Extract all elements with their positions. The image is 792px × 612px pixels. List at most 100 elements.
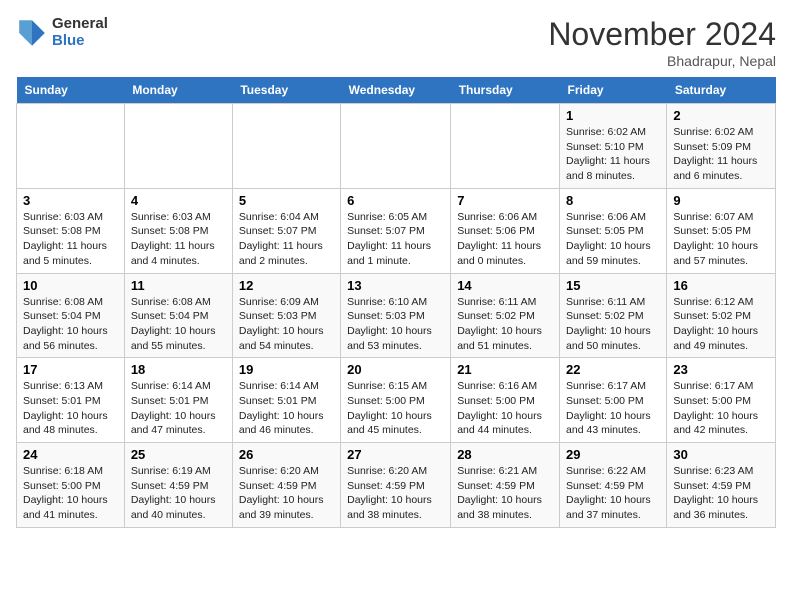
- day-number: 7: [457, 193, 553, 208]
- day-info: Sunrise: 6:08 AM Sunset: 5:04 PM Dayligh…: [131, 295, 226, 354]
- day-number: 29: [566, 447, 660, 462]
- day-number: 25: [131, 447, 226, 462]
- calendar-week-row: 10 Sunrise: 6:08 AM Sunset: 5:04 PM Dayli…: [17, 273, 776, 358]
- calendar-cell: 27 Sunrise: 6:20 AM Sunset: 4:59 PM Dayli…: [341, 443, 451, 528]
- calendar-cell: 24 Sunrise: 6:18 AM Sunset: 5:00 PM Dayli…: [17, 443, 125, 528]
- calendar-cell: 19 Sunrise: 6:14 AM Sunset: 5:01 PM Dayli…: [232, 358, 340, 443]
- calendar-cell: [17, 104, 125, 189]
- calendar-cell: 7 Sunrise: 6:06 AM Sunset: 5:06 PM Daylig…: [451, 188, 560, 273]
- day-number: 4: [131, 193, 226, 208]
- calendar-week-row: 1 Sunrise: 6:02 AM Sunset: 5:10 PM Daylig…: [17, 104, 776, 189]
- weekday-header-sunday: Sunday: [17, 77, 125, 104]
- day-info: Sunrise: 6:06 AM Sunset: 5:06 PM Dayligh…: [457, 210, 553, 269]
- day-info: Sunrise: 6:05 AM Sunset: 5:07 PM Dayligh…: [347, 210, 444, 269]
- day-number: 30: [673, 447, 769, 462]
- calendar-cell: 26 Sunrise: 6:20 AM Sunset: 4:59 PM Dayli…: [232, 443, 340, 528]
- weekday-header-thursday: Thursday: [451, 77, 560, 104]
- day-info: Sunrise: 6:17 AM Sunset: 5:00 PM Dayligh…: [566, 379, 660, 438]
- day-info: Sunrise: 6:10 AM Sunset: 5:03 PM Dayligh…: [347, 295, 444, 354]
- calendar-cell: 12 Sunrise: 6:09 AM Sunset: 5:03 PM Dayli…: [232, 273, 340, 358]
- month-title: November 2024: [548, 16, 776, 53]
- day-info: Sunrise: 6:18 AM Sunset: 5:00 PM Dayligh…: [23, 464, 118, 523]
- day-number: 26: [239, 447, 334, 462]
- calendar-cell: 1 Sunrise: 6:02 AM Sunset: 5:10 PM Daylig…: [560, 104, 667, 189]
- calendar-cell: 13 Sunrise: 6:10 AM Sunset: 5:03 PM Dayli…: [341, 273, 451, 358]
- day-info: Sunrise: 6:14 AM Sunset: 5:01 PM Dayligh…: [239, 379, 334, 438]
- logo-icon: [16, 17, 48, 49]
- day-number: 3: [23, 193, 118, 208]
- day-info: Sunrise: 6:16 AM Sunset: 5:00 PM Dayligh…: [457, 379, 553, 438]
- day-number: 13: [347, 278, 444, 293]
- day-info: Sunrise: 6:02 AM Sunset: 5:10 PM Dayligh…: [566, 125, 660, 184]
- day-number: 6: [347, 193, 444, 208]
- weekday-header-wednesday: Wednesday: [341, 77, 451, 104]
- calendar-cell: 18 Sunrise: 6:14 AM Sunset: 5:01 PM Dayli…: [124, 358, 232, 443]
- weekday-header-friday: Friday: [560, 77, 667, 104]
- day-number: 9: [673, 193, 769, 208]
- calendar-cell: 29 Sunrise: 6:22 AM Sunset: 4:59 PM Dayli…: [560, 443, 667, 528]
- calendar-cell: 10 Sunrise: 6:08 AM Sunset: 5:04 PM Dayli…: [17, 273, 125, 358]
- day-number: 17: [23, 362, 118, 377]
- day-info: Sunrise: 6:20 AM Sunset: 4:59 PM Dayligh…: [239, 464, 334, 523]
- calendar-cell: 11 Sunrise: 6:08 AM Sunset: 5:04 PM Dayli…: [124, 273, 232, 358]
- day-number: 11: [131, 278, 226, 293]
- day-number: 2: [673, 108, 769, 123]
- calendar-cell: [232, 104, 340, 189]
- location-text: Bhadrapur, Nepal: [548, 53, 776, 69]
- calendar-cell: 23Sunrise: 6:17 AM Sunset: 5:00 PM Dayli…: [667, 358, 776, 443]
- logo-blue-text: Blue: [52, 33, 108, 50]
- logo: General Blue: [16, 16, 108, 49]
- day-info: Sunrise: 6:23 AM Sunset: 4:59 PM Dayligh…: [673, 464, 769, 523]
- day-info: Sunrise: 6:02 AM Sunset: 5:09 PM Dayligh…: [673, 125, 769, 184]
- title-section: November 2024 Bhadrapur, Nepal: [548, 16, 776, 69]
- calendar-week-row: 3 Sunrise: 6:03 AM Sunset: 5:08 PM Daylig…: [17, 188, 776, 273]
- day-number: 28: [457, 447, 553, 462]
- calendar-cell: 15Sunrise: 6:11 AM Sunset: 5:02 PM Dayli…: [560, 273, 667, 358]
- day-info: Sunrise: 6:03 AM Sunset: 5:08 PM Dayligh…: [23, 210, 118, 269]
- day-info: Sunrise: 6:09 AM Sunset: 5:03 PM Dayligh…: [239, 295, 334, 354]
- day-info: Sunrise: 6:15 AM Sunset: 5:00 PM Dayligh…: [347, 379, 444, 438]
- calendar-cell: 30 Sunrise: 6:23 AM Sunset: 4:59 PM Dayli…: [667, 443, 776, 528]
- calendar-cell: 21Sunrise: 6:16 AM Sunset: 5:00 PM Dayli…: [451, 358, 560, 443]
- day-info: Sunrise: 6:20 AM Sunset: 4:59 PM Dayligh…: [347, 464, 444, 523]
- day-number: 10: [23, 278, 118, 293]
- calendar-cell: 9Sunrise: 6:07 AM Sunset: 5:05 PM Daylig…: [667, 188, 776, 273]
- calendar-cell: 28 Sunrise: 6:21 AM Sunset: 4:59 PM Dayli…: [451, 443, 560, 528]
- day-info: Sunrise: 6:19 AM Sunset: 4:59 PM Dayligh…: [131, 464, 226, 523]
- day-info: Sunrise: 6:14 AM Sunset: 5:01 PM Dayligh…: [131, 379, 226, 438]
- calendar-cell: 2 Sunrise: 6:02 AM Sunset: 5:09 PM Daylig…: [667, 104, 776, 189]
- day-number: 18: [131, 362, 226, 377]
- calendar-week-row: 17 Sunrise: 6:13 AM Sunset: 5:01 PM Dayli…: [17, 358, 776, 443]
- day-info: Sunrise: 6:03 AM Sunset: 5:08 PM Dayligh…: [131, 210, 226, 269]
- day-info: Sunrise: 6:12 AM Sunset: 5:02 PM Dayligh…: [673, 295, 769, 354]
- calendar-cell: 3 Sunrise: 6:03 AM Sunset: 5:08 PM Daylig…: [17, 188, 125, 273]
- day-info: Sunrise: 6:13 AM Sunset: 5:01 PM Dayligh…: [23, 379, 118, 438]
- day-info: Sunrise: 6:21 AM Sunset: 4:59 PM Dayligh…: [457, 464, 553, 523]
- calendar-cell: 5 Sunrise: 6:04 AM Sunset: 5:07 PM Daylig…: [232, 188, 340, 273]
- weekday-header-monday: Monday: [124, 77, 232, 104]
- day-number: 5: [239, 193, 334, 208]
- day-number: 24: [23, 447, 118, 462]
- calendar-week-row: 24 Sunrise: 6:18 AM Sunset: 5:00 PM Dayli…: [17, 443, 776, 528]
- weekday-header-tuesday: Tuesday: [232, 77, 340, 104]
- day-info: Sunrise: 6:04 AM Sunset: 5:07 PM Dayligh…: [239, 210, 334, 269]
- day-number: 12: [239, 278, 334, 293]
- day-number: 16: [673, 278, 769, 293]
- day-number: 19: [239, 362, 334, 377]
- day-info: Sunrise: 6:06 AM Sunset: 5:05 PM Dayligh…: [566, 210, 660, 269]
- weekday-header-row: SundayMondayTuesdayWednesdayThursdayFrid…: [17, 77, 776, 104]
- day-number: 1: [566, 108, 660, 123]
- day-number: 14: [457, 278, 553, 293]
- day-number: 20: [347, 362, 444, 377]
- day-number: 27: [347, 447, 444, 462]
- calendar-cell: 4 Sunrise: 6:03 AM Sunset: 5:08 PM Daylig…: [124, 188, 232, 273]
- calendar-cell: [341, 104, 451, 189]
- calendar-cell: 8Sunrise: 6:06 AM Sunset: 5:05 PM Daylig…: [560, 188, 667, 273]
- day-info: Sunrise: 6:08 AM Sunset: 5:04 PM Dayligh…: [23, 295, 118, 354]
- day-info: Sunrise: 6:22 AM Sunset: 4:59 PM Dayligh…: [566, 464, 660, 523]
- calendar-cell: 25 Sunrise: 6:19 AM Sunset: 4:59 PM Dayli…: [124, 443, 232, 528]
- day-number: 23: [673, 362, 769, 377]
- day-info: Sunrise: 6:11 AM Sunset: 5:02 PM Dayligh…: [566, 295, 660, 354]
- page-header: General Blue November 2024 Bhadrapur, Ne…: [16, 16, 776, 69]
- calendar-table: SundayMondayTuesdayWednesdayThursdayFrid…: [16, 77, 776, 528]
